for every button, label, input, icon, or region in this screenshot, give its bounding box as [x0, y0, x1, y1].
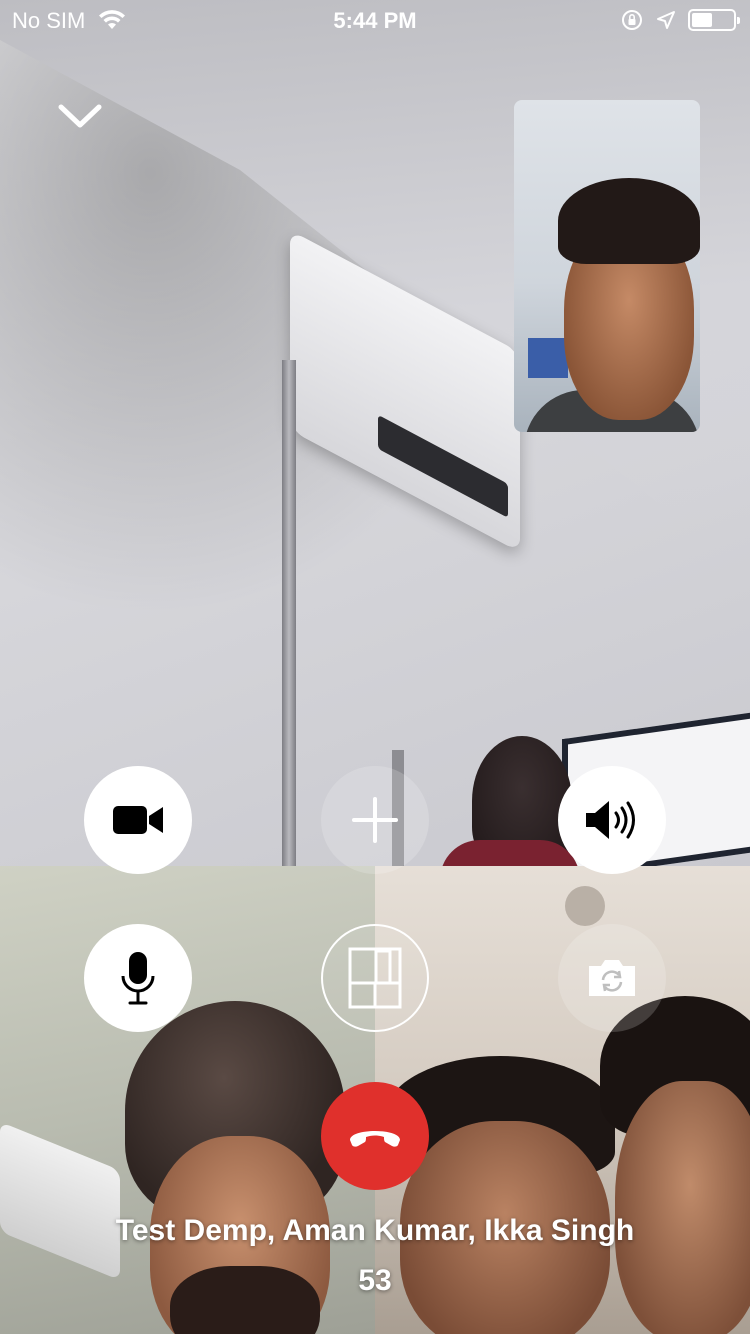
end-call-button[interactable]: [321, 1082, 429, 1190]
ceiling-fan: [565, 886, 605, 926]
background-screen: [528, 338, 568, 378]
call-participants: Test Demp, Aman Kumar, Ikka Singh: [115, 1214, 635, 1247]
orientation-lock-icon: [622, 10, 642, 30]
self-hair: [558, 178, 700, 264]
flip-camera-icon: [589, 960, 635, 996]
speaker-icon: [586, 801, 635, 839]
video-camera-icon: [113, 806, 163, 834]
air-conditioner: [0, 1121, 120, 1281]
battery-icon: [688, 9, 740, 31]
background-person-shirt: [440, 840, 580, 866]
toggle-video-button[interactable]: [84, 766, 192, 874]
status-right-icons: [620, 8, 740, 32]
mute-button[interactable]: [84, 924, 192, 1032]
call-duration: 53: [358, 1264, 392, 1297]
status-bar: No SIM 5:44 PM: [0, 0, 750, 40]
flip-camera-button[interactable]: [558, 924, 666, 1032]
microphone-icon: [121, 952, 155, 1005]
grid-layout-icon: [348, 947, 402, 1009]
layout-toggle-button[interactable]: [321, 924, 429, 1032]
speaker-button[interactable]: [558, 766, 666, 874]
wall-pipe: [282, 360, 296, 866]
minimize-call-button[interactable]: [52, 88, 108, 144]
add-participant-button[interactable]: [321, 766, 429, 874]
end-call-icon: [350, 1131, 400, 1147]
plus-icon: [352, 797, 398, 843]
location-arrow-icon: [657, 11, 675, 29]
chevron-down-icon: [58, 104, 102, 128]
battery-level: [692, 13, 712, 27]
self-video-preview[interactable]: [514, 100, 700, 432]
